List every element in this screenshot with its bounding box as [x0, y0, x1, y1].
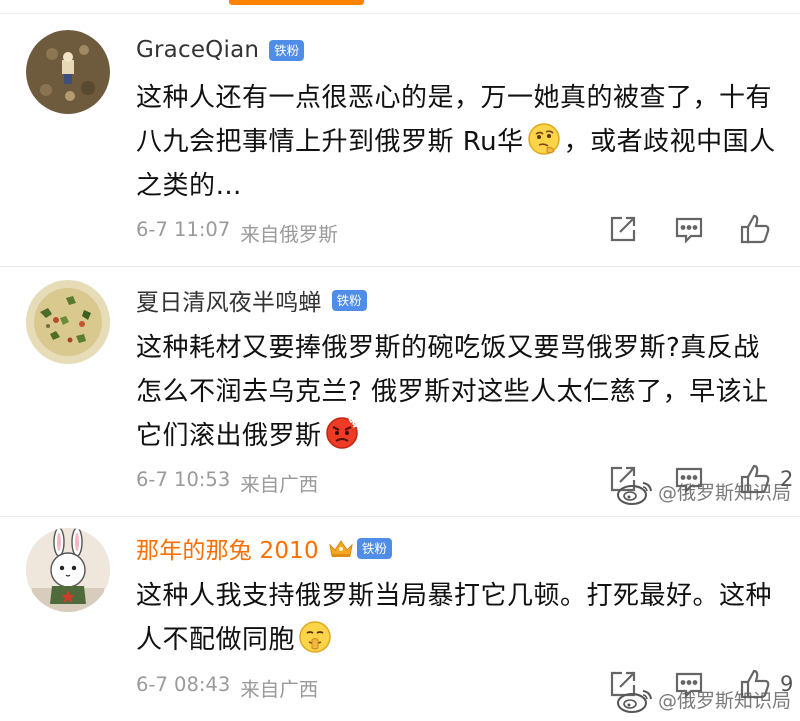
angry-emoji-icon — [325, 417, 358, 449]
comment-meta: 6-7 11:07 来自俄罗斯 — [136, 218, 338, 247]
user-line: GraceQian 铁粉 — [136, 33, 305, 67]
comment-separator — [0, 266, 800, 267]
user-line: 那年的那兔 2010 铁粉 — [136, 531, 392, 565]
top-divider — [0, 13, 800, 14]
thinking-emoji-icon — [527, 123, 560, 155]
comment-separator — [0, 516, 800, 517]
user-line: 夏日清风夜半鸣蝉 铁粉 — [136, 283, 367, 317]
comment-time: 6-7 11:07 — [136, 218, 231, 241]
share-icon[interactable] — [606, 212, 640, 246]
comment-time: 6-7 10:53 — [136, 468, 231, 491]
username[interactable]: 那年的那兔 2010 — [136, 531, 319, 565]
comment-text-part: 这种人我支持俄罗斯当局暴打它几顿。打死最好。这种人不配做同胞 — [136, 581, 773, 655]
comment-source: 来自俄罗斯 — [240, 223, 338, 246]
comment-meta: 6-7 10:53 来自广西 — [136, 468, 318, 497]
comment-source: 来自广西 — [240, 678, 319, 701]
comment-source: 来自广西 — [240, 473, 319, 496]
avatar[interactable] — [26, 528, 110, 612]
crown-icon — [329, 540, 353, 557]
avatar[interactable] — [26, 280, 110, 364]
comment-time: 6-7 08:43 — [136, 673, 231, 696]
thumbs-up-icon[interactable] — [738, 212, 772, 246]
watermark-text: @俄罗斯知识局 — [658, 690, 792, 712]
shush-emoji-icon — [299, 621, 331, 653]
avatar[interactable] — [26, 30, 110, 114]
comment-icon[interactable] — [672, 212, 706, 246]
username[interactable]: 夏日清风夜半鸣蝉 — [136, 283, 322, 317]
comment-text-part: 这种耗材又要捧俄罗斯的碗吃饭又要骂俄罗斯?真反战怎么不润去乌克兰? 俄罗斯对这些… — [136, 333, 769, 451]
comment-text: 这种耗材又要捧俄罗斯的碗吃饭又要骂俄罗斯?真反战怎么不润去乌克兰? 俄罗斯对这些… — [136, 326, 786, 458]
comment-text: 这种人我支持俄罗斯当局暴打它几顿。打死最好。这种人不配做同胞 — [136, 574, 786, 662]
weibo-logo-icon — [617, 689, 652, 713]
watermark-text: @俄罗斯知识局 — [658, 482, 792, 504]
watermark: @俄罗斯知识局 — [615, 478, 791, 505]
active-tab-indicator — [229, 0, 364, 5]
comment-meta: 6-7 08:43 来自广西 — [136, 673, 318, 702]
fan-badge: 铁粉 — [356, 537, 392, 559]
comment-text: 这种人还有一点很恶心的是，万一她真的被查了，十有八九会把事情上升到俄罗斯 Ru华… — [136, 76, 786, 208]
fan-badge: 铁粉 — [269, 39, 305, 61]
comment-actions — [606, 212, 780, 246]
watermark: @俄罗斯知识局 — [615, 686, 791, 713]
fan-badge: 铁粉 — [331, 289, 367, 311]
weibo-logo-icon — [617, 481, 652, 505]
username[interactable]: GraceQian — [136, 37, 259, 63]
